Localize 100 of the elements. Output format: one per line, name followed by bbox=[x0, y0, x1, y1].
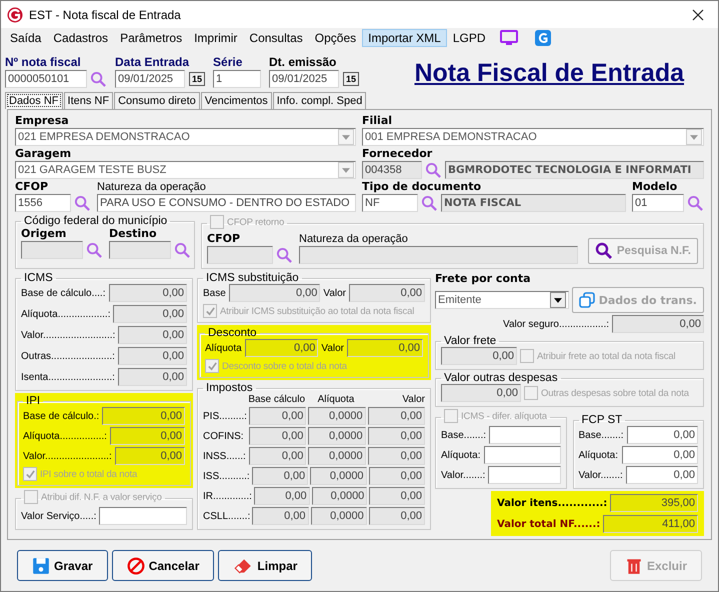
number-field[interactable]: 0,0000 bbox=[308, 407, 366, 425]
number-field[interactable]: 0,0000 bbox=[310, 467, 367, 485]
field-label: CSLL.......: bbox=[203, 510, 250, 522]
input-field[interactable] bbox=[484, 446, 560, 464]
dropdown[interactable]: 021 GARAGEM TESTE BUSZ bbox=[15, 161, 356, 179]
field-label: Nº nota fiscal bbox=[5, 55, 82, 69]
text-field[interactable]: 01 bbox=[632, 194, 684, 212]
number-field[interactable]: 0,0000 bbox=[308, 427, 366, 445]
field-label: Modelo bbox=[632, 180, 678, 193]
input-field[interactable] bbox=[99, 507, 187, 525]
number-field[interactable]: 0,00 bbox=[349, 284, 425, 302]
number-field[interactable]: 0,00 bbox=[118, 368, 187, 386]
clear-button[interactable]: Limpar bbox=[218, 550, 312, 581]
number-field[interactable]: 0,00 bbox=[114, 447, 185, 465]
number-field[interactable]: 0,00 bbox=[252, 507, 308, 525]
number-field[interactable]: 0,00 bbox=[347, 339, 423, 357]
input-field[interactable] bbox=[207, 246, 273, 264]
search-icon[interactable] bbox=[421, 194, 438, 212]
menu-item[interactable]: Parâmetros bbox=[114, 29, 188, 47]
number-field[interactable]: 0,00 bbox=[368, 507, 425, 525]
number-field[interactable]: 0,0000 bbox=[310, 507, 367, 525]
total-label: Valor itens............: bbox=[497, 498, 608, 508]
monitor-icon[interactable] bbox=[500, 30, 518, 46]
menu-item[interactable]: Saída bbox=[4, 29, 48, 47]
group-title: FCP ST bbox=[582, 414, 622, 426]
checkbox-label: Outras despesas sobre total da nota bbox=[541, 388, 689, 398]
logo-icon[interactable] bbox=[534, 30, 552, 46]
menu-item[interactable]: Consultas bbox=[243, 29, 309, 47]
menu-item[interactable]: Cadastros bbox=[47, 29, 114, 47]
number-field[interactable]: 0,00 bbox=[441, 384, 521, 402]
tab[interactable]: Itens NF bbox=[64, 92, 114, 109]
number-field[interactable]: 0,00 bbox=[254, 487, 310, 505]
cancel-button[interactable]: Cancelar bbox=[112, 550, 214, 581]
text-field[interactable]: 1 bbox=[213, 70, 262, 88]
number-field[interactable]: 0,00 bbox=[118, 347, 187, 365]
search-icon[interactable] bbox=[276, 246, 293, 264]
number-field[interactable]: 395,00 bbox=[610, 494, 698, 512]
tab[interactable]: Consumo direto bbox=[114, 92, 200, 109]
field-label: Valor.......: bbox=[578, 470, 623, 480]
input-field[interactable] bbox=[21, 241, 83, 259]
input-field[interactable] bbox=[489, 426, 560, 444]
number-field[interactable]: 0,00 bbox=[368, 407, 425, 425]
number-field[interactable]: 0,00 bbox=[249, 427, 306, 445]
menu-item[interactable]: LGPD bbox=[446, 29, 492, 47]
input-field[interactable] bbox=[488, 466, 560, 484]
search-icon[interactable] bbox=[90, 70, 107, 88]
text-field[interactable]: NF bbox=[362, 194, 418, 212]
number-field[interactable]: 0,00 bbox=[626, 466, 698, 484]
tab[interactable]: Info. compl. Sped bbox=[272, 92, 366, 109]
tab[interactable]: Dados NF bbox=[5, 92, 63, 109]
number-field[interactable]: 411,00 bbox=[603, 515, 698, 533]
number-field[interactable]: 0,00 bbox=[252, 467, 308, 485]
number-field[interactable]: 0,00 bbox=[110, 427, 185, 445]
save-button[interactable]: Gravar bbox=[17, 550, 108, 581]
number-field[interactable]: 0,00 bbox=[102, 407, 185, 425]
search-icon[interactable] bbox=[86, 242, 103, 258]
field-label: Valor bbox=[321, 342, 344, 354]
number-field[interactable]: 0,0000 bbox=[312, 487, 368, 505]
number-field[interactable]: 0,00 bbox=[441, 347, 517, 365]
number-field[interactable]: 0,00 bbox=[249, 447, 306, 465]
date-field[interactable]: 09/01/2025 bbox=[115, 70, 185, 88]
number-field[interactable]: 0,00 bbox=[622, 446, 698, 464]
number-field[interactable]: 0,00 bbox=[108, 284, 187, 302]
number-field[interactable]: 0,00 bbox=[368, 447, 425, 465]
page-title[interactable]: Nota Fiscal de Entrada bbox=[414, 59, 684, 88]
number-field[interactable]: 0,00 bbox=[113, 305, 187, 323]
close-icon[interactable] bbox=[692, 8, 704, 20]
number-field[interactable]: 0,0000 bbox=[308, 447, 366, 465]
text-field[interactable]: 0000050101 bbox=[5, 70, 87, 88]
number-field[interactable]: 0,00 bbox=[368, 427, 425, 445]
search-icon[interactable] bbox=[74, 194, 91, 212]
search-icon[interactable] bbox=[687, 194, 704, 212]
number-field[interactable]: 0,00 bbox=[228, 284, 320, 302]
dropdown[interactable]: Emitente bbox=[435, 291, 569, 309]
number-field[interactable]: 0,00 bbox=[626, 426, 698, 444]
field-label: Outras......................: bbox=[21, 350, 115, 362]
menu-item[interactable]: Importar XML bbox=[362, 29, 447, 47]
number-field[interactable]: 0,00 bbox=[249, 407, 306, 425]
calendar-button[interactable]: 15 bbox=[343, 72, 360, 86]
field-label: CFOP bbox=[15, 180, 49, 193]
text-field[interactable]: 004358 bbox=[362, 161, 422, 179]
calendar-button[interactable]: 15 bbox=[189, 72, 206, 86]
number-field[interactable]: 0,00 bbox=[369, 487, 426, 505]
search-icon[interactable] bbox=[425, 162, 442, 178]
date-field[interactable]: 09/01/2025 bbox=[269, 70, 340, 88]
number-field[interactable]: 0,00 bbox=[612, 315, 704, 333]
text-field[interactable]: 1556 bbox=[15, 194, 71, 212]
input-field[interactable] bbox=[109, 241, 171, 259]
number-field[interactable]: 0,00 bbox=[244, 339, 318, 357]
dropdown[interactable]: 021 EMPRESA DEMONSTRACAO bbox=[15, 128, 356, 146]
search-icon[interactable] bbox=[174, 242, 191, 258]
menu-item[interactable]: Opções bbox=[308, 29, 362, 47]
number-field[interactable]: 0,00 bbox=[118, 326, 187, 344]
number-field[interactable]: 0,00 bbox=[368, 467, 425, 485]
dropdown[interactable]: 001 EMPRESA DEMONSTRACAO bbox=[362, 128, 704, 146]
menu-item[interactable]: Imprimir bbox=[188, 29, 244, 47]
tab[interactable]: Vencimentos bbox=[200, 92, 272, 109]
input-field[interactable] bbox=[299, 246, 578, 264]
field-label: COFINS: bbox=[203, 430, 245, 442]
column-header: Valor bbox=[401, 394, 425, 405]
